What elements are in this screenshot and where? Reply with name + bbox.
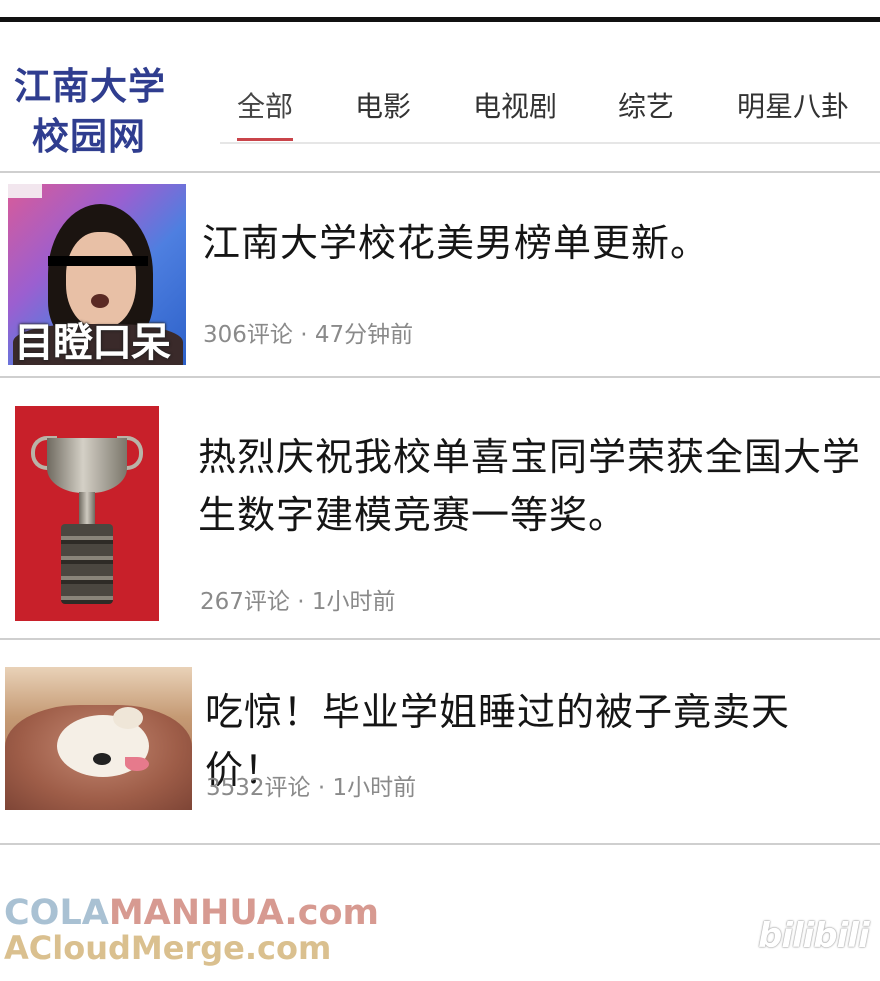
news-divider xyxy=(0,638,880,640)
watermark-line2: ACloudMerge.com xyxy=(4,929,332,967)
bilibili-logo: bilibili xyxy=(758,916,870,956)
thumb-corner-logo xyxy=(8,184,42,198)
tab-movies-label: 电影 xyxy=(355,90,412,123)
top-divider xyxy=(0,17,880,22)
tab-tv-series-label: 电视剧 xyxy=(473,90,558,123)
tab-variety[interactable]: 综艺 xyxy=(618,82,674,142)
watermark-manhua: MANHUA.com xyxy=(108,893,379,933)
news-thumbnail-tv-screenshot[interactable]: 目瞪口呆 xyxy=(8,184,186,365)
trophy-icon xyxy=(47,438,127,493)
site-logo[interactable]: 江南大学 校园网 xyxy=(10,56,195,162)
news-meta: 267评论 · 1小时前 xyxy=(200,589,396,615)
news-meta: 3532评论 · 1小时前 xyxy=(206,775,417,801)
active-tab-indicator xyxy=(237,138,294,141)
puppy-tongue xyxy=(125,757,149,771)
tab-all-label: 全部 xyxy=(237,90,294,123)
trophy-stem xyxy=(79,492,95,524)
thumbnail-caption: 目瞪口呆 xyxy=(14,320,171,365)
puppy-ear xyxy=(113,707,143,729)
category-tabs: 全部 电影 电视剧 综艺 明星八卦 xyxy=(220,82,880,144)
news-divider xyxy=(0,843,880,845)
news-title[interactable]: 江南大学校花美男榜单更新。 xyxy=(202,214,862,272)
tab-movies[interactable]: 电影 xyxy=(355,82,411,142)
censor-bar xyxy=(48,256,148,266)
news-thumbnail-trophy[interactable] xyxy=(15,406,159,621)
news-divider xyxy=(0,376,880,378)
site-watermark: COLAMANHUA.com ACloudMerge.com xyxy=(4,893,424,977)
tabs-divider xyxy=(220,142,880,144)
trophy-base xyxy=(61,524,113,604)
puppy-nose xyxy=(93,753,111,765)
tab-celebrity-gossip-label: 明星八卦 xyxy=(737,90,850,123)
news-thumbnail-puppy[interactable] xyxy=(5,667,192,810)
news-title[interactable]: 热烈庆祝我校单喜宝同学荣获全国大学生数字建模竞赛一等奖。 xyxy=(198,428,874,544)
news-meta: 306评论 · 47分钟前 xyxy=(203,322,414,348)
tab-tv-series[interactable]: 电视剧 xyxy=(473,82,557,142)
tab-celebrity-gossip[interactable]: 明星八卦 xyxy=(737,82,849,142)
logo-line2: 校园网 xyxy=(32,114,146,158)
tab-all[interactable]: 全部 xyxy=(237,82,294,142)
tab-variety-label: 综艺 xyxy=(618,90,675,123)
watermark-line1: COLAMANHUA.com xyxy=(4,893,379,933)
watermark-cola: COLA xyxy=(4,893,109,933)
logo-line1: 江南大学 xyxy=(14,64,166,108)
thumb-mouth xyxy=(91,294,109,308)
